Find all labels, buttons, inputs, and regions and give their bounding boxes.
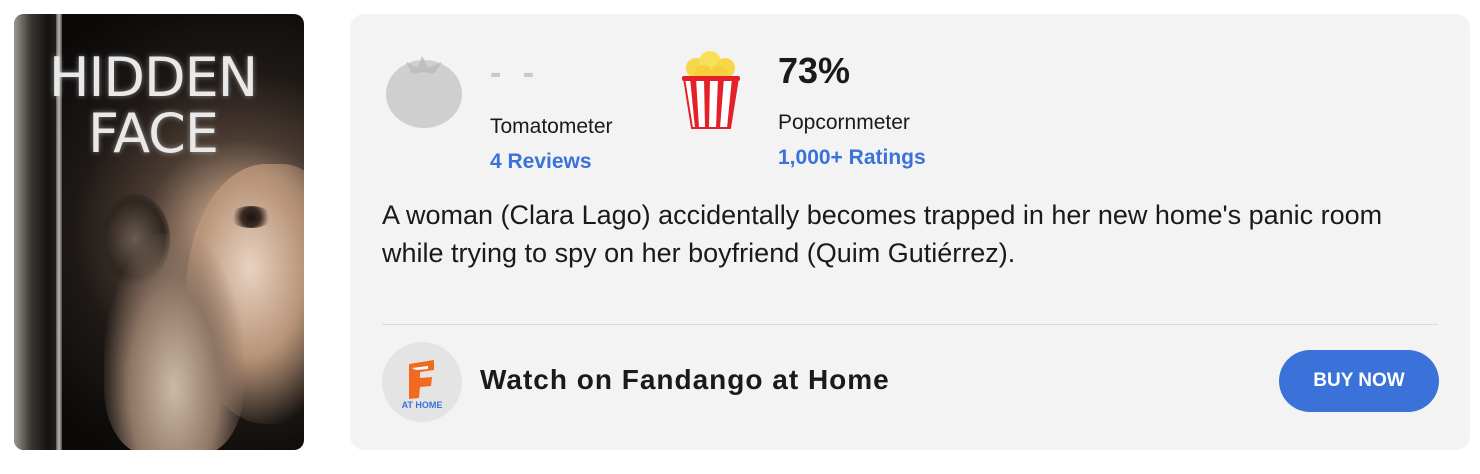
- poster-eye-art: [230, 206, 272, 228]
- buy-now-button[interactable]: BUY NOW: [1279, 350, 1439, 412]
- poster-hand-art: [104, 234, 244, 450]
- tomatometer-score: - -: [490, 54, 541, 92]
- watch-on-fandango-text: Watch on Fandango at Home: [480, 364, 890, 395]
- movie-info-card: - - Tomatometer 4 Reviews 73% Popcornmet…: [350, 14, 1470, 450]
- popcornmeter-label: Popcornmeter: [778, 111, 910, 134]
- tomatometer-reviews-link[interactable]: 4 Reviews: [490, 150, 592, 174]
- fandango-at-home-logo[interactable]: AT HOME: [382, 342, 462, 422]
- popcorn-bucket-icon: [682, 51, 740, 129]
- popcornmeter-score: 73%: [778, 50, 851, 91]
- poster-title-line-1: HIDDEN: [48, 46, 258, 109]
- fandango-f-icon: AT HOME: [402, 360, 443, 410]
- movie-synopsis: A woman (Clara Lago) accidentally become…: [382, 200, 1383, 268]
- tomato-icon: [386, 56, 462, 128]
- fandango-logo-caption: AT HOME: [402, 400, 443, 410]
- poster-title: HIDDEN FACE: [28, 50, 278, 162]
- movie-poster[interactable]: HIDDEN FACE: [14, 14, 304, 450]
- section-divider: [382, 324, 1438, 325]
- popcornmeter-ratings-link[interactable]: 1,000+ Ratings: [778, 146, 926, 170]
- tomatometer-label: Tomatometer: [490, 115, 613, 138]
- poster-title-line-2: FACE: [88, 102, 219, 165]
